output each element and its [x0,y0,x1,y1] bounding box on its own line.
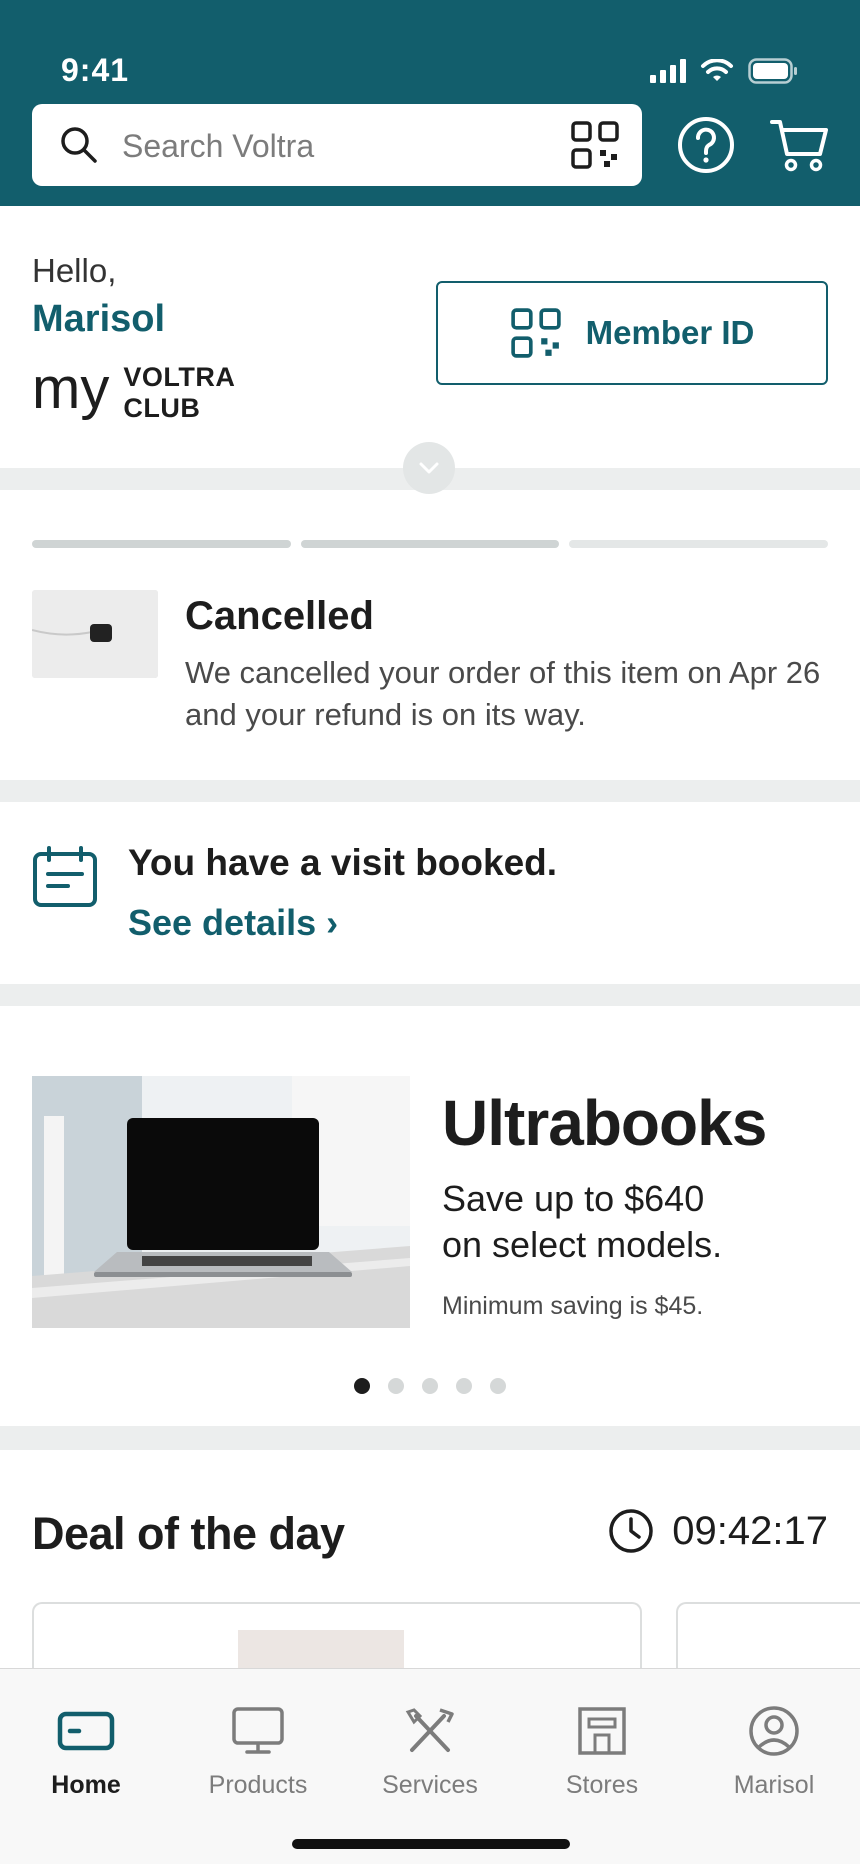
status-time: 9:41 [61,52,130,88]
product-image [32,590,158,678]
search-bar[interactable]: Search Voltra [32,104,642,186]
monitor-icon [229,1705,287,1757]
visit-card[interactable]: You have a visit booked. See details › [0,802,860,984]
deal-product-card[interactable] [676,1602,860,1668]
promo-subtitle: Save up to $640 on select models. [442,1176,842,1268]
tab-label: Stores [565,1771,639,1799]
qr-code-icon [510,308,561,358]
qr-scan-icon[interactable] [570,120,620,170]
deal-of-the-day: Deal of the day 09:42:17 [0,1450,860,1668]
section-divider [0,984,860,1006]
progress-segment [300,540,560,548]
order-progress [32,540,829,548]
tab-label: Home [51,1771,121,1799]
promo-note: Minimum saving is $45. [442,1292,704,1320]
membership-logo: my VOLTRA CLUB [32,356,235,424]
home-indicator[interactable] [292,1839,570,1849]
logo-line-2: CLUB [123,393,201,423]
order-item-thumbnail [32,590,158,678]
wifi-icon [701,59,733,81]
order-status-title: Cancelled [185,594,374,638]
promo-image [32,1076,410,1328]
promo-subtitle-line-1: Save up to $640 [442,1178,705,1219]
tab-account[interactable]: Marisol [688,1705,860,1800]
battery-icon [748,58,797,84]
section-divider [0,780,860,802]
help-icon[interactable] [677,116,735,174]
signal-icon [650,59,686,83]
section-divider [0,1426,860,1450]
logo-wordmark: VOLTRA CLUB [123,362,235,424]
tab-label: Services [382,1771,478,1799]
carousel-dot[interactable] [456,1378,472,1394]
expand-button[interactable] [403,442,455,494]
search-icon [61,127,97,163]
deal-timer-value: 09:42:17 [672,1508,828,1553]
logo-line-1: VOLTRA [123,362,236,392]
greeting-text: Hello, [32,252,117,289]
tab-label: Marisol [733,1771,815,1799]
user-name: Marisol [32,298,166,340]
deal-timer: 09:42:17 [608,1508,828,1554]
greeting-section: Hello, Marisol my VOLTRA CLUB Member ID [0,206,860,468]
order-status-card[interactable]: Cancelled We cancelled your order of thi… [0,490,860,780]
logo-prefix: my [32,356,110,421]
store-icon [573,1705,631,1757]
progress-segment [569,540,829,548]
chevron-down-icon [419,462,439,474]
app-header: 9:41 Search Voltra [0,0,860,206]
cart-icon[interactable] [770,116,830,174]
order-status-message: We cancelled your order of this item on … [185,655,821,732]
carousel-dot[interactable] [422,1378,438,1394]
deal-product-card[interactable] [32,1602,642,1668]
search-input[interactable]: Search Voltra [122,128,314,165]
carousel-dot[interactable] [490,1378,506,1394]
promo-title: Ultrabooks [442,1087,767,1159]
account-icon [745,1705,803,1757]
tab-stores[interactable]: Stores [516,1705,688,1800]
promo-subtitle-line-2: on select models. [442,1224,723,1265]
deal-title: Deal of the day [32,1508,345,1559]
home-icon [57,1705,115,1757]
tools-icon [401,1705,459,1757]
tab-services[interactable]: Services [344,1705,516,1800]
carousel-dots [0,1378,860,1394]
calendar-icon [33,846,97,907]
member-id-label: Member ID [585,314,755,351]
deal-product-image [238,1630,404,1668]
visit-title: You have a visit booked. [128,842,558,883]
carousel-dot[interactable] [388,1378,404,1394]
bottom-tab-bar: Home Products Services Stores Marisol [0,1668,860,1864]
progress-segment [32,540,291,548]
see-details-link[interactable]: See details › [128,902,338,944]
clock-icon [609,1509,654,1553]
tab-home[interactable]: Home [0,1705,172,1800]
tab-label: Products [208,1771,308,1799]
status-icons [650,58,798,84]
tab-products[interactable]: Products [172,1705,344,1800]
member-id-button[interactable]: Member ID [436,281,828,385]
promo-carousel[interactable]: Ultrabooks Save up to $640 on select mod… [0,1006,860,1426]
carousel-dot[interactable] [354,1378,370,1394]
laptop-image [32,1076,410,1328]
